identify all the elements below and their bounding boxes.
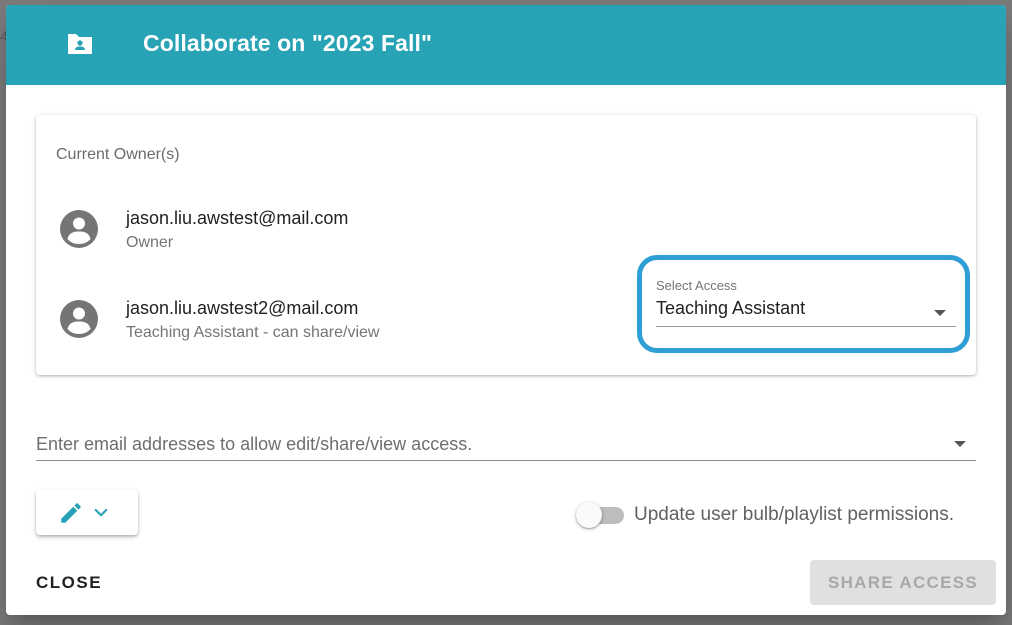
- permissions-toggle[interactable]: [576, 502, 626, 528]
- select-underline: [656, 326, 956, 327]
- owner-role: Owner: [126, 234, 174, 251]
- toggle-thumb: [576, 502, 602, 528]
- dropdown-arrow-icon[interactable]: [954, 441, 966, 447]
- email-input[interactable]: [36, 431, 936, 457]
- current-owners-label: Current Owner(s): [56, 146, 180, 163]
- account-circle-icon: [60, 300, 98, 338]
- share-access-button[interactable]: SHARE ACCESS: [810, 560, 996, 605]
- dialog-header: Collaborate on "2023 Fall": [6, 5, 1006, 85]
- account-circle-icon: [60, 210, 98, 248]
- pencil-icon: [61, 503, 81, 523]
- owner-email: jason.liu.awstest@mail.com: [126, 208, 349, 228]
- permissions-toggle-label[interactable]: Update user bulb/playlist permissions.: [634, 504, 954, 526]
- select-access-label: Select Access: [656, 278, 737, 293]
- permission-menu-button[interactable]: [36, 490, 138, 535]
- collaborator-email: jason.liu.awstest2@mail.com: [126, 298, 359, 318]
- current-owners-card: Current Owner(s) jason.liu.awstest@mail.…: [36, 115, 976, 375]
- shared-folder-icon: [68, 34, 92, 54]
- dropdown-arrow-icon: [934, 310, 946, 316]
- collaborate-dialog: Collaborate on "2023 Fall" Current Owner…: [6, 5, 1006, 615]
- close-button[interactable]: CLOSE: [30, 565, 108, 601]
- dialog-title: Collaborate on "2023 Fall": [143, 30, 432, 56]
- collaborator-role: Teaching Assistant - can share/view: [126, 324, 380, 341]
- chevron-down-icon: [94, 508, 108, 517]
- select-access-dropdown[interactable]: Select Access Teaching Assistant: [637, 255, 970, 353]
- email-combobox[interactable]: [36, 427, 976, 461]
- select-access-value: Teaching Assistant: [656, 298, 806, 318]
